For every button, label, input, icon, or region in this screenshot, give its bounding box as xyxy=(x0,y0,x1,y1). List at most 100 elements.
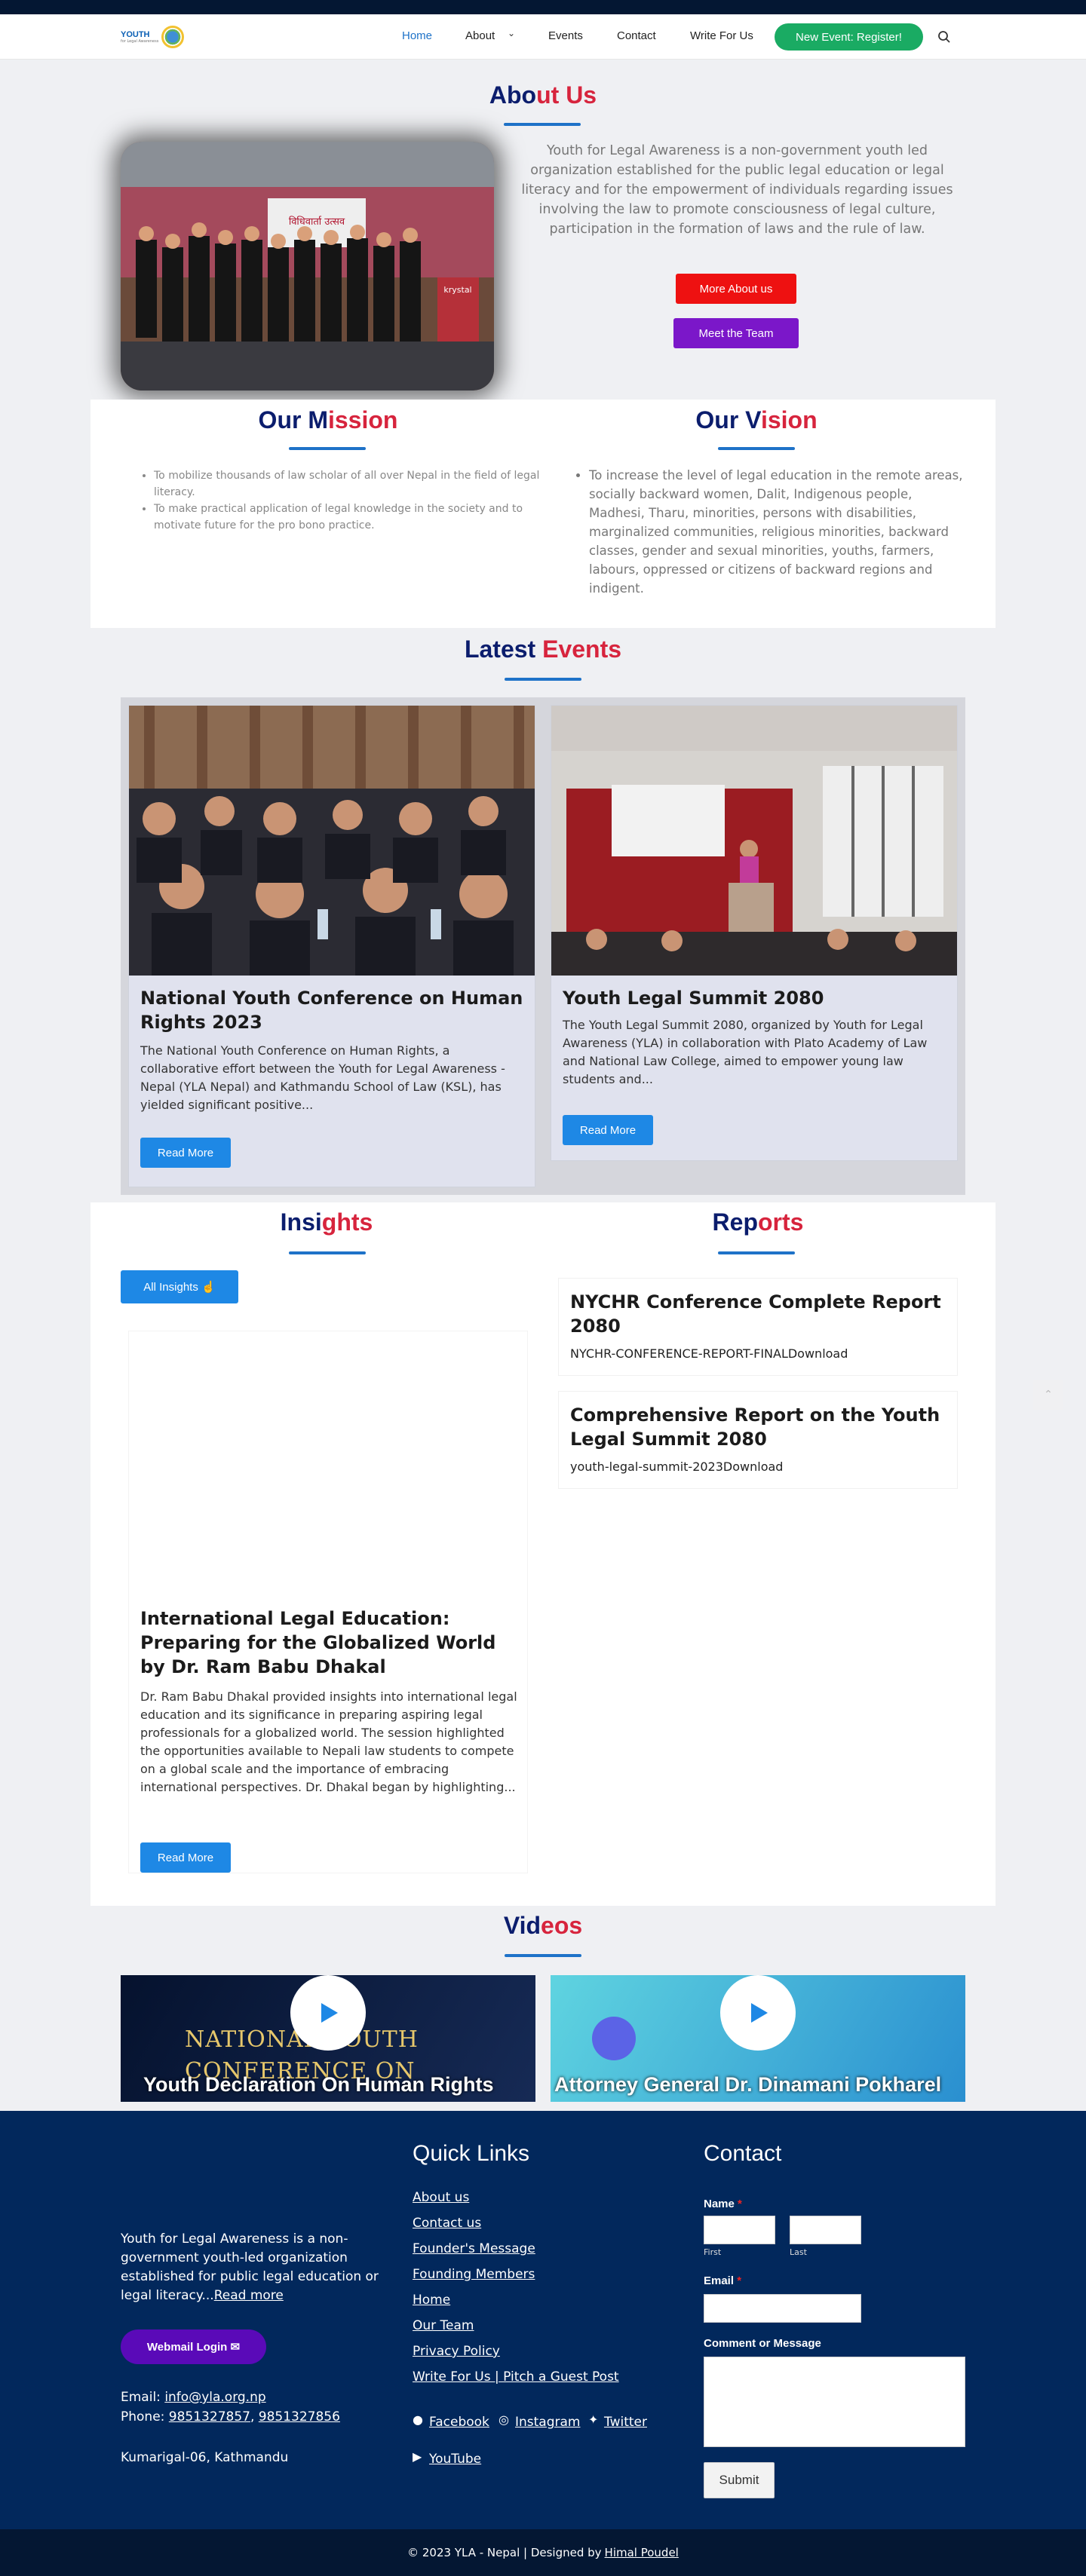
footer-link[interactable]: Our Team xyxy=(413,2318,474,2333)
webmail-login-button[interactable]: Webmail Login ✉ xyxy=(121,2329,266,2364)
mission-list: To mobilize thousands of law scholar of … xyxy=(140,467,540,534)
last-label: Last xyxy=(790,2247,807,2257)
logo-subtext: for Legal Awareness xyxy=(121,38,159,44)
logo-text: YOUTH xyxy=(121,29,150,39)
about-text: Youth for Legal Awareness is a non-gover… xyxy=(521,143,953,237)
reports-title: Reports xyxy=(712,1208,804,1236)
footer-link[interactable]: Founder's Message xyxy=(413,2241,535,2256)
last-name-input[interactable] xyxy=(790,2216,861,2244)
event-excerpt: The National Youth Conference on Human R… xyxy=(140,1043,505,1112)
events-underline xyxy=(505,678,581,681)
all-insights-button[interactable]: All Insights ☝ xyxy=(121,1270,238,1303)
site-logo[interactable]: YOUTH for Legal Awareness xyxy=(121,23,196,51)
event-excerpt: The Youth Legal Summit 2080, organized b… xyxy=(563,1018,928,1086)
banner-text: विधिवार्ता उत्सव xyxy=(289,216,345,228)
event-photo xyxy=(551,706,957,976)
instagram-link[interactable]: Instagram xyxy=(515,2415,581,2430)
comment-textarea[interactable] xyxy=(704,2357,965,2447)
report-download-link[interactable]: NYCHR-CONFERENCE-REPORT-FINALDownload xyxy=(570,1346,848,1361)
footer-read-more-link[interactable]: Read more xyxy=(214,2288,284,2303)
about-photo: विधिवार्ता उत्सव krystal xyxy=(121,142,494,391)
register-button[interactable]: New Event: Register! xyxy=(775,23,923,51)
decorative-circle xyxy=(592,2017,636,2060)
read-more-button[interactable]: Read More xyxy=(140,1842,231,1873)
video-thumbnail[interactable]: NATIONAL YOUTH CONFERENCE ON Youth Decla… xyxy=(121,1975,535,2102)
facebook-link[interactable]: Facebook xyxy=(429,2415,489,2430)
hand-icon: ☝ xyxy=(201,1281,216,1294)
search-icon[interactable] xyxy=(937,30,951,44)
logo-seal-icon xyxy=(161,26,185,48)
report-title[interactable]: Comprehensive Report on the Youth Legal … xyxy=(570,1403,947,1451)
phone-link[interactable]: 9851327856 xyxy=(259,2409,340,2424)
report-download-link[interactable]: youth-legal-summit-2023Download xyxy=(570,1460,783,1474)
email-input[interactable] xyxy=(704,2294,861,2323)
designer-link[interactable]: Himal Poudel xyxy=(605,2546,679,2559)
report-title[interactable]: NYCHR Conference Complete Report 2080 xyxy=(570,1290,947,1338)
event-card: Youth Legal Summit 2080 The Youth Legal … xyxy=(551,705,958,1161)
insight-title[interactable]: International Legal Education: Preparing… xyxy=(140,1607,517,1679)
nav-events[interactable]: Events xyxy=(548,29,583,42)
videos-underline xyxy=(505,1954,581,1957)
footer-link[interactable]: About us xyxy=(413,2190,469,2205)
footer-email: Email: info@yla.org.np xyxy=(121,2390,266,2405)
vision-title: Our Vision xyxy=(695,406,818,433)
meet-team-button[interactable]: Meet the Team xyxy=(673,318,799,348)
vision-list: To increase the level of legal education… xyxy=(575,466,968,598)
nav-about[interactable]: About xyxy=(465,29,495,42)
video-thumbnail[interactable]: Attorney General Dr. Dinamani Pokharel xyxy=(551,1975,965,2102)
submit-button[interactable]: Submit xyxy=(704,2462,775,2498)
insight-card: International Legal Education: Preparing… xyxy=(128,1331,528,1873)
event-title[interactable]: National Youth Conference on Human Right… xyxy=(140,986,525,1034)
read-more-button[interactable]: Read More xyxy=(140,1138,231,1168)
nav-contact[interactable]: Contact xyxy=(617,29,656,42)
footer-link[interactable]: Founding Members xyxy=(413,2267,535,2282)
phone-link[interactable]: 9851327857 xyxy=(169,2409,250,2424)
footer-link[interactable]: Privacy Policy xyxy=(413,2344,500,2359)
list-item: To mobilize thousands of law scholar of … xyxy=(154,467,540,501)
envelope-icon: ✉ xyxy=(230,2341,241,2354)
twitter-icon: ✦ xyxy=(588,2412,599,2427)
scroll-top-icon[interactable]: ⌃ xyxy=(1033,1380,1063,1410)
about-title: About Us xyxy=(489,81,597,109)
chevron-down-icon[interactable]: ⌄ xyxy=(508,28,515,38)
footer-link[interactable]: Contact us xyxy=(413,2216,481,2231)
email-link[interactable]: info@yla.org.np xyxy=(164,2390,265,2405)
footer-about: Youth for Legal Awareness is a non-gover… xyxy=(121,2231,379,2303)
footer-phone: Phone: 9851327857, 9851327856 xyxy=(121,2409,340,2424)
copyright-text: © 2023 YLA - Nepal | Designed by xyxy=(407,2546,602,2559)
youtube-link[interactable]: YouTube xyxy=(429,2452,481,2467)
event-title[interactable]: Youth Legal Summit 2080 xyxy=(563,986,947,1010)
report-item: NYCHR Conference Complete Report 2080 NY… xyxy=(558,1278,958,1376)
vision-underline xyxy=(718,447,795,450)
email-label: Email * xyxy=(704,2274,742,2287)
comment-label: Comment or Message xyxy=(704,2337,821,2350)
footer-address: Kumarigal-06, Kathmandu xyxy=(121,2450,289,2465)
list-item: To increase the level of legal education… xyxy=(589,466,968,598)
site-header: YOUTH for Legal Awareness Home About ⌄ E… xyxy=(0,14,1086,60)
video-title[interactable]: Youth Declaration On Human Rights xyxy=(143,2073,494,2097)
read-more-button[interactable]: Read More xyxy=(563,1115,653,1145)
footer-link[interactable]: Write For Us | Pitch a Guest Post xyxy=(413,2369,619,2385)
nav-write-for-us[interactable]: Write For Us xyxy=(690,29,753,42)
youtube-icon: ▶ xyxy=(413,2449,422,2464)
video-title[interactable]: Attorney General Dr. Dinamani Pokharel xyxy=(554,2073,941,2097)
first-name-input[interactable] xyxy=(704,2216,775,2244)
stand-text: krystal xyxy=(443,285,471,295)
twitter-link[interactable]: Twitter xyxy=(604,2415,647,2430)
copyright-bar: © 2023 YLA - Nepal | Designed by Himal P… xyxy=(0,2529,1086,2576)
play-icon[interactable] xyxy=(720,1975,796,2051)
site-footer: Youth for Legal Awareness is a non-gover… xyxy=(0,2111,1086,2529)
footer-link[interactable]: Home xyxy=(413,2293,450,2308)
more-about-button[interactable]: More About us xyxy=(676,274,796,304)
facebook-icon: ● xyxy=(413,2412,423,2427)
instagram-icon: ◎ xyxy=(499,2412,509,2427)
top-strip xyxy=(0,0,1086,14)
name-label: Name * xyxy=(704,2198,742,2210)
play-icon[interactable] xyxy=(290,1975,366,2051)
videos-title: Videos xyxy=(503,1912,583,1939)
event-photo xyxy=(129,706,535,976)
nav-home[interactable]: Home xyxy=(402,29,432,42)
about-underline xyxy=(504,123,581,126)
mission-title: Our Mission xyxy=(258,406,398,433)
first-label: First xyxy=(704,2247,722,2257)
